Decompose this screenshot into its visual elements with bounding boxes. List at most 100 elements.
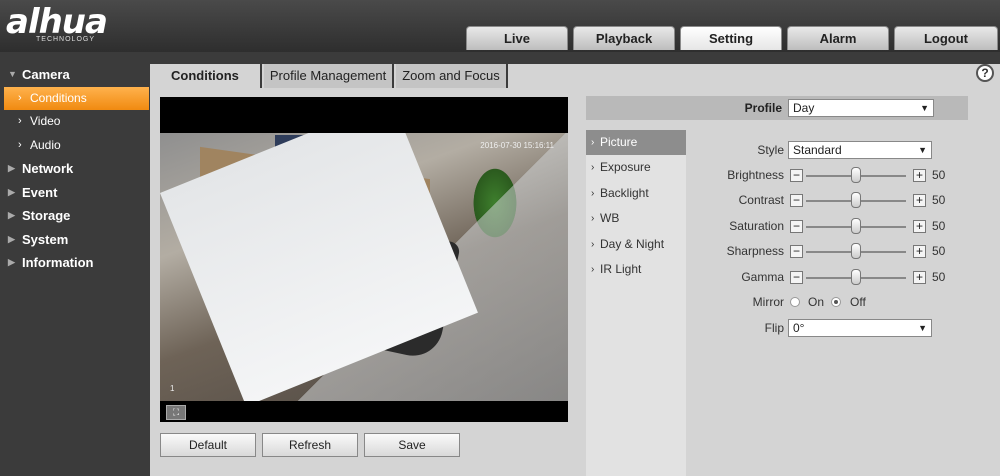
chevron-right-icon: ›	[591, 238, 595, 250]
chevron-right-icon: ›	[18, 138, 22, 151]
sidebar-item-label: Camera	[22, 67, 70, 82]
mirror-off-label: Off	[850, 295, 866, 309]
nav-tab-logout[interactable]: Logout	[894, 26, 998, 50]
contrast-increase-button[interactable]: +	[913, 194, 926, 208]
brightness-decrease-button[interactable]: −	[790, 169, 803, 182]
menu-item-ir-light[interactable]: › IR Light	[586, 257, 686, 282]
sidebar-item-label: Event	[22, 184, 58, 200]
help-icon[interactable]: ?	[976, 64, 994, 82]
main-nav: Live Playback Setting Alarm Logout	[466, 26, 998, 50]
sharpness-slider-thumb[interactable]	[851, 243, 861, 260]
saturation-slider-thumb[interactable]	[851, 217, 861, 234]
sharpness-value: 50	[932, 244, 946, 259]
menu-item-label: Day & Night	[600, 236, 665, 251]
menu-item-label: Exposure	[600, 160, 651, 175]
menu-item-picture[interactable]: › Picture	[586, 130, 686, 156]
sidebar-item-information[interactable]: ▶ Information	[0, 251, 150, 275]
sidebar-item-network[interactable]: ▶ Network	[0, 157, 150, 181]
saturation-value: 50	[932, 218, 946, 233]
saturation-label: Saturation	[729, 218, 784, 233]
mirror-on-label: On	[808, 295, 825, 309]
menu-item-backlight[interactable]: › Backlight	[586, 181, 686, 206]
gamma-slider-thumb[interactable]	[851, 268, 861, 285]
profile-label: Profile	[744, 101, 782, 115]
nav-tab-setting[interactable]: Setting	[680, 26, 782, 50]
chevron-right-icon: ›	[591, 162, 595, 174]
sidebar-item-storage[interactable]: ▶ Storage	[0, 204, 150, 228]
action-buttons: Default Refresh Save	[160, 433, 466, 457]
contrast-slider-thumb[interactable]	[851, 192, 861, 209]
style-select[interactable]: Standard ▼	[788, 141, 932, 159]
gamma-increase-button[interactable]: +	[913, 270, 926, 284]
sharpness-increase-button[interactable]: +	[913, 245, 926, 259]
dropdown-arrow-icon: ▼	[918, 145, 927, 155]
saturation-increase-button[interactable]: +	[913, 219, 926, 233]
fullscreen-icon[interactable]: ⛶	[166, 405, 186, 420]
mirror-label: Mirror	[752, 295, 784, 309]
brightness-label: Brightness	[727, 168, 784, 182]
sidebar-item-label: Video	[30, 114, 61, 128]
tab-profile-management[interactable]: Profile Management	[263, 64, 395, 88]
chevron-right-icon: ›	[591, 137, 595, 148]
sidebar-item-label: Conditions	[30, 90, 87, 105]
menu-item-label: Picture	[600, 135, 638, 149]
contrast-value: 50	[932, 193, 946, 208]
tab-conditions[interactable]: Conditions	[150, 64, 262, 88]
save-button[interactable]: Save	[364, 433, 460, 457]
mirror-off-radio[interactable]	[831, 297, 841, 307]
sidebar-item-audio[interactable]: › Audio	[0, 134, 150, 158]
gamma-label: Gamma	[741, 269, 784, 284]
sharpness-label: Sharpness	[726, 244, 784, 259]
sidebar-item-video[interactable]: › Video	[0, 110, 150, 134]
flip-label: Flip	[764, 321, 784, 335]
sidebar-item-camera[interactable]: ▼ Camera	[0, 63, 150, 87]
menu-item-day-night[interactable]: › Day & Night	[586, 232, 686, 257]
mirror-on-radio[interactable]	[790, 297, 800, 307]
sidebar-item-event[interactable]: ▶ Event	[0, 181, 150, 205]
refresh-button[interactable]: Refresh	[262, 433, 358, 457]
sidebar-item-label: Information	[22, 255, 94, 270]
nav-tab-live[interactable]: Live	[466, 26, 568, 50]
menu-item-exposure[interactable]: › Exposure	[586, 155, 686, 180]
sharpness-decrease-button[interactable]: −	[790, 245, 803, 259]
saturation-decrease-button[interactable]: −	[790, 219, 803, 233]
flip-select-value: 0°	[793, 321, 805, 335]
collapsed-triangle-icon: ▶	[8, 163, 15, 173]
logo-wordmark: alhua	[6, 2, 108, 42]
chevron-right-icon: ›	[18, 91, 22, 104]
nav-tab-playback[interactable]: Playback	[573, 26, 675, 50]
brightness-value: 50	[932, 168, 946, 182]
default-button[interactable]: Default	[160, 433, 256, 457]
sidebar-item-conditions[interactable]: › Conditions	[4, 86, 149, 110]
tab-zoom-and-focus[interactable]: Zoom and Focus	[396, 64, 508, 88]
profile-bar: Profile Day ▼	[586, 96, 968, 120]
menu-item-label: Backlight	[600, 185, 649, 200]
chevron-right-icon: ›	[591, 213, 595, 225]
osd-timestamp: 2016-07-30 15:16:11	[480, 141, 554, 150]
brightness-slider-thumb[interactable]	[851, 167, 861, 183]
gamma-decrease-button[interactable]: −	[790, 270, 803, 284]
contrast-decrease-button[interactable]: −	[790, 194, 803, 208]
chevron-right-icon: ›	[591, 187, 595, 199]
chevron-right-icon: ›	[591, 263, 595, 275]
profile-select-value: Day	[793, 101, 815, 115]
sidebar-item-system[interactable]: ▶ System	[0, 228, 150, 252]
chevron-right-icon: ›	[18, 115, 22, 127]
flip-select[interactable]: 0° ▼	[788, 319, 932, 337]
sidebar-item-label: Audio	[30, 137, 61, 152]
profile-select[interactable]: Day ▼	[788, 99, 934, 117]
contrast-label: Contrast	[738, 193, 784, 208]
live-video-preview: 2016-07-30 15:16:11 1 ⛶	[160, 97, 568, 422]
collapsed-triangle-icon: ▶	[8, 186, 15, 197]
osd-channel: 1	[170, 384, 175, 393]
nav-tab-alarm[interactable]: Alarm	[787, 26, 889, 50]
gamma-value: 50	[932, 269, 946, 284]
sidebar-item-label: System	[22, 231, 69, 247]
camera-image: 2016-07-30 15:16:11 1	[160, 133, 568, 401]
sidebar-item-label: Storage	[22, 208, 71, 223]
collapsed-triangle-icon: ▶	[8, 210, 15, 220]
menu-item-wb[interactable]: › WB	[586, 206, 686, 231]
collapsed-triangle-icon: ▶	[8, 257, 15, 267]
brightness-increase-button[interactable]: +	[913, 169, 926, 182]
sidebar-item-label: Network	[22, 161, 74, 176]
